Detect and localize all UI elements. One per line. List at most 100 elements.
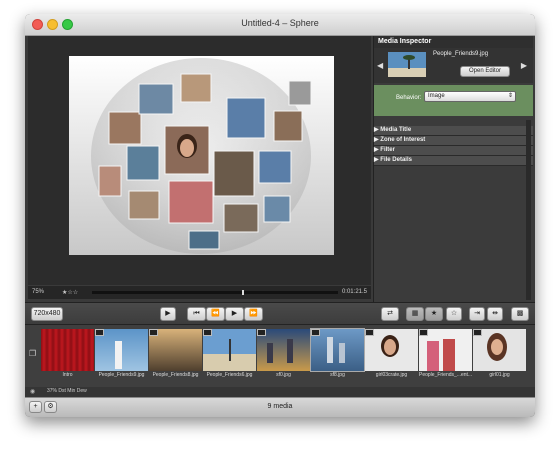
rating-select[interactable]: ★☆☆ — [62, 289, 78, 296]
select-arrows-icon: ⇕ — [507, 93, 513, 99]
split-button[interactable]: ⇹ — [487, 307, 503, 321]
title-bar: Untitled-4 – Sphere — [25, 14, 535, 36]
sync-button[interactable]: ⇄ — [381, 307, 399, 321]
image-badge-icon — [257, 329, 266, 336]
sphere-preview-image — [69, 56, 334, 255]
timeline-scrubber[interactable] — [92, 290, 338, 295]
clip-people-friends9[interactable]: People_Friends9.jpg — [95, 329, 148, 379]
star-icon: ★ — [430, 310, 438, 317]
section-label: Filter — [380, 147, 395, 153]
forward-button[interactable]: ⏩ — [244, 307, 263, 321]
image-badge-icon — [203, 329, 212, 336]
media-strip: ❐ Intro People_Friends9.jpg People_Frien… — [25, 324, 535, 387]
media-icon: ▦ — [411, 310, 419, 317]
clip-label: People_Friends8.jpg — [152, 372, 199, 378]
strip-copy-icon[interactable]: ❐ — [29, 349, 36, 358]
image-badge-icon — [311, 329, 320, 336]
inspector-title: Media Inspector — [374, 36, 533, 48]
clip-label: girl03crate.jpg — [375, 372, 408, 378]
clip-thumbnail — [473, 329, 526, 371]
clip-thumbnail — [203, 329, 256, 371]
media-inspector-panel: Media Inspector ◀ People_Friends9.jpg Op… — [373, 36, 533, 302]
timeline-label: 37% Dst Min Dew — [47, 388, 87, 394]
forward-icon: ⏩ — [249, 310, 258, 317]
clip-sf0[interactable]: sf0.jpg — [257, 329, 310, 379]
behavior-panel: Behavior: Image ⇕ — [374, 85, 533, 116]
clip-sf8[interactable]: sf8.jpg — [310, 328, 365, 379]
sphere-collage-graphic — [91, 58, 312, 254]
export-button[interactable]: ▩ — [511, 307, 529, 321]
clip-thumbnail — [149, 329, 202, 371]
timeline-row: ◉ 37% Dst Min Dew — [25, 387, 535, 397]
preview-viewer — [28, 36, 371, 285]
clip-people-friends8[interactable]: People_Friends8.jpg — [149, 329, 202, 379]
clip-thumbnail — [95, 329, 148, 371]
clip-thumbnail — [365, 329, 418, 371]
image-badge-icon — [365, 329, 374, 336]
clip-label: Intro — [62, 372, 73, 378]
section-file-details[interactable]: ▶ File Details — [374, 156, 533, 166]
play-button[interactable]: ▶ — [225, 307, 244, 321]
clip-label: People_Friends_...ent... — [419, 372, 472, 378]
eye-icon[interactable]: ◉ — [30, 388, 35, 395]
clip-label: sf0.jpg — [276, 372, 291, 378]
scrubber-handle[interactable] — [242, 290, 244, 295]
behavior-select-value: Image — [428, 93, 445, 99]
zoom-select[interactable]: 75% — [32, 289, 44, 295]
clip-thumbnail — [257, 329, 310, 371]
clip-people-friends6[interactable]: People_Friends6.jpg — [203, 329, 256, 379]
grid-icon: ▩ — [516, 310, 524, 317]
clip-label: People_Friends6.jpg — [206, 372, 253, 378]
section-media-title[interactable]: ▶ Media Title — [374, 126, 533, 136]
import-icon: ⇥ — [474, 310, 480, 317]
section-label: File Details — [380, 157, 412, 163]
time-display: 0:01:21.5 — [341, 289, 367, 295]
play-icon: ▶ — [231, 310, 238, 317]
media-count: 9 media — [267, 403, 293, 410]
prev-arrow-icon[interactable]: ◀ — [377, 61, 383, 70]
status-bar: + ⚙ 9 media — [25, 397, 535, 417]
clip-label: sf8.jpg — [330, 372, 345, 378]
clip-thumbnail — [310, 328, 365, 372]
star-small-icon: ☆ — [450, 310, 458, 317]
image-badge-icon — [95, 329, 104, 336]
clip-people-friends[interactable]: People_Friends_...ent... — [419, 329, 472, 379]
present-icon: ▶ — [165, 310, 171, 317]
next-arrow-icon[interactable]: ▶ — [521, 61, 527, 70]
clip-girl01[interactable]: girl01.jpg — [473, 329, 526, 379]
first-button[interactable]: ⏮ — [187, 307, 206, 321]
sync-icon: ⇄ — [387, 310, 393, 317]
favorite-button[interactable]: ★ — [425, 307, 443, 321]
section-zone-of-interest[interactable]: ▶ Zone of Interest — [374, 136, 533, 146]
inspector-preview-area: ◀ People_Friends9.jpg Open Editor ▶ — [374, 48, 533, 83]
section-label: Zone of Interest — [380, 137, 426, 143]
viewer-control-bar: 75% ★☆☆ 0:01:21.5 — [28, 286, 371, 299]
clip-label: girl01.jpg — [489, 372, 510, 378]
section-label: Media Title — [380, 127, 412, 133]
clip-label: People_Friends9.jpg — [98, 372, 145, 378]
split-icon: ⇹ — [492, 310, 498, 317]
clip-girl03crate[interactable]: girl03crate.jpg — [365, 329, 418, 379]
rewind-icon: ⏪ — [211, 310, 220, 317]
import-button[interactable]: ⇥ — [469, 307, 485, 321]
main-toolbar: 720x480 ▶ ⏮ ⏪ ▶ ⏩ ⇄ ▦ ★ ☆ ⇥ ⇹ ▩ — [25, 302, 535, 325]
view-mode-button[interactable]: ▦ — [406, 307, 424, 321]
rewind-button[interactable]: ⏪ — [206, 307, 225, 321]
image-badge-icon — [419, 329, 428, 336]
inspector-scrollbar[interactable] — [526, 120, 531, 300]
clip-thumbnail — [41, 329, 94, 371]
inspector-thumbnail — [388, 52, 426, 77]
inspector-filename: People_Friends9.jpg — [433, 51, 489, 57]
resolution-button[interactable]: 720x480 — [31, 307, 63, 321]
behavior-label: Behavior: — [396, 95, 422, 101]
behavior-select[interactable]: Image ⇕ — [424, 91, 516, 102]
window-title: Untitled-4 – Sphere — [241, 18, 319, 28]
image-badge-icon — [149, 329, 158, 336]
present-button[interactable]: ▶ — [160, 307, 176, 321]
clip-intro[interactable]: Intro — [41, 329, 94, 379]
open-editor-button[interactable]: Open Editor — [460, 66, 510, 77]
rate-button[interactable]: ☆ — [446, 307, 462, 321]
section-filter[interactable]: ▶ Filter — [374, 146, 533, 156]
image-badge-icon — [473, 329, 482, 336]
clip-thumbnail — [419, 329, 472, 371]
